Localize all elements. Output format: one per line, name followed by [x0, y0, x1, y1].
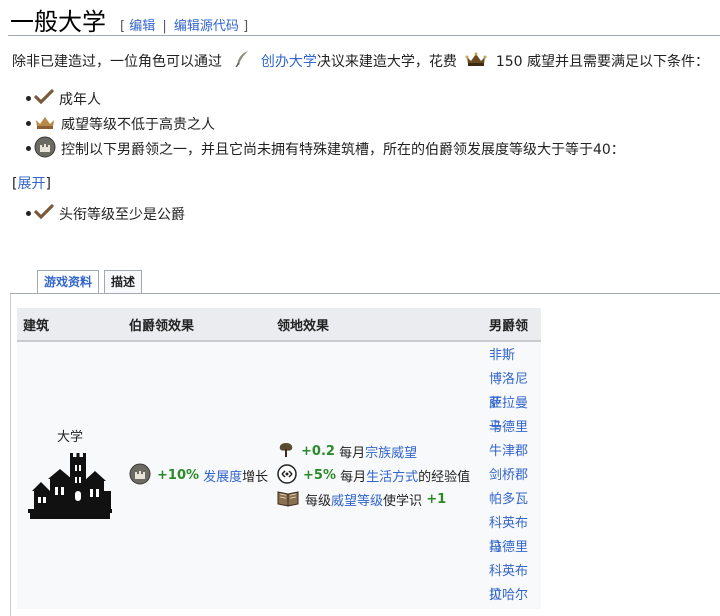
barony-link[interactable]: 马德里: [489, 420, 528, 435]
effect-suffix: 使学识: [383, 494, 423, 509]
table-row: 大学 +10% 发展度 增长 +0.2 每月 宗族威望 +5% 每月 生活方式 …: [17, 341, 541, 609]
effect-prefix: 每月: [339, 446, 366, 461]
tab-divider: [10, 293, 720, 294]
edit-bracket-open: [: [120, 19, 126, 34]
effect-prefix: 每月: [340, 470, 367, 485]
domain-effect-row: +0.2 每月 宗族威望: [277, 440, 483, 464]
tab-game-data[interactable]: 游戏资料: [37, 270, 100, 294]
intro-text-2: 决议来建造大学，花费: [316, 54, 457, 70]
header-domain-effect: 领地效果: [271, 308, 483, 342]
dynasty-prestige-link[interactable]: 宗族威望: [365, 442, 417, 461]
intro-cost: 150 威望并且需要满足以下条件：: [495, 54, 709, 70]
county-effect-cell: +10% 发展度 增长: [123, 341, 271, 609]
list-item: 威望等级不低于高贵之人: [0, 111, 625, 136]
lifestyle-icon: [277, 463, 297, 488]
title-divider: [8, 35, 720, 36]
expand-link[interactable]: 展开: [17, 176, 45, 192]
tab-description[interactable]: 描述: [104, 270, 143, 293]
barony-link[interactable]: 非斯: [489, 348, 515, 363]
building-name: 大学: [56, 430, 83, 445]
quill-icon: [234, 50, 250, 74]
prestige-level-link[interactable]: 威望等级: [331, 490, 383, 509]
barony-link[interactable]: 贝哈尔: [489, 588, 528, 603]
edit-links: [ 编辑 | 编辑源代码 ]: [120, 15, 248, 34]
domain-effect-cell: +0.2 每月 宗族威望 +5% 每月 生活方式 的经验值 每级 威望等级 使学识 +1: [271, 341, 483, 609]
edit-link[interactable]: 编辑: [129, 19, 155, 34]
intro-paragraph: 除非已建造过，一位角色可以通过 创办大学决议来建造大学，花费 150 威望并且需…: [12, 50, 709, 74]
edit-bracket-close: ]: [243, 19, 249, 34]
edit-source-link[interactable]: 编辑源代码: [174, 19, 239, 34]
book-icon: [277, 489, 299, 511]
development-castle-icon: [129, 463, 151, 489]
effect-value: +1: [426, 492, 447, 507]
building-table: 建筑 伯爵领效果 领地效果 男爵领 大学 +10% 发展度 增长 +0.2 每月…: [17, 308, 541, 609]
check-icon: [34, 88, 54, 109]
requirement-text: 头衔等级至少是公爵: [59, 206, 185, 223]
intro-text-1: 除非已建造过，一位角色可以通过: [12, 54, 222, 70]
check-icon: [34, 203, 54, 224]
requirements-list: 成年人 威望等级不低于高贵之人 控制以下男爵领之一，并且它尚未拥有特殊建筑槽，所…: [0, 86, 625, 161]
domain-effect-row: 每级 威望等级 使学识 +1: [277, 488, 483, 512]
development-link[interactable]: 发展度: [203, 466, 242, 485]
expand-bracket-close: ]: [45, 176, 51, 192]
requirement-text: 成年人: [59, 91, 101, 108]
tab-bar: 游戏资料 描述: [37, 270, 143, 294]
page-title: 一般大学: [10, 8, 106, 36]
tree-icon: [277, 441, 295, 463]
effect-suffix: 的经验值: [418, 470, 471, 485]
university-building-icon: [17, 451, 123, 525]
requirement-text: 威望等级不低于高贵之人: [61, 116, 215, 133]
edit-separator: |: [162, 19, 167, 34]
county-effect-suffix: 增长: [242, 470, 269, 485]
building-cell: 大学: [17, 341, 123, 609]
list-item: 成年人: [0, 86, 625, 111]
effect-prefix: 每级: [305, 494, 332, 509]
extra-requirements-list: 头衔等级至少是公爵: [0, 201, 185, 226]
effect-value: +5%: [303, 468, 336, 483]
barony-link[interactable]: 剑桥郡: [489, 468, 528, 483]
baronies-cell: 非斯 博洛尼亚 萨拉曼卡 马德里 牛津郡 剑桥郡 帕多瓦 科英布拉 马德里 科英…: [483, 341, 541, 609]
decision-link[interactable]: 创办大学: [261, 54, 317, 70]
requirement-text: 控制以下男爵领之一，并且它尚未拥有特殊建筑槽，所在的伯爵领发展度等级大于等于40…: [61, 141, 625, 158]
county-effect-value: +10%: [157, 468, 200, 483]
castle-icon: [34, 136, 56, 162]
barony-link[interactable]: 牛津郡: [489, 444, 528, 459]
list-item: 控制以下男爵领之一，并且它尚未拥有特殊建筑槽，所在的伯爵领发展度等级大于等于40…: [0, 136, 625, 161]
crown-icon: [34, 114, 56, 134]
prestige-crown-icon: [465, 51, 487, 73]
barony-link[interactable]: 马德里: [489, 540, 528, 555]
barony-link[interactable]: 帕多瓦: [489, 492, 528, 507]
domain-effect-row: +5% 每月 生活方式 的经验值: [277, 463, 483, 488]
expand-toggle: [展开]: [12, 173, 51, 193]
header-baronies: 男爵领: [483, 308, 541, 342]
table-header-row: 建筑 伯爵领效果 领地效果 男爵领: [17, 308, 541, 342]
header-county-effect: 伯爵领效果: [123, 308, 271, 342]
header-building: 建筑: [17, 308, 123, 342]
list-item: 头衔等级至少是公爵: [0, 201, 185, 226]
effect-value: +0.2: [301, 444, 335, 459]
page-header: 一般大学 [ 编辑 | 编辑源代码 ]: [10, 2, 248, 36]
lifestyle-link[interactable]: 生活方式: [366, 466, 418, 485]
